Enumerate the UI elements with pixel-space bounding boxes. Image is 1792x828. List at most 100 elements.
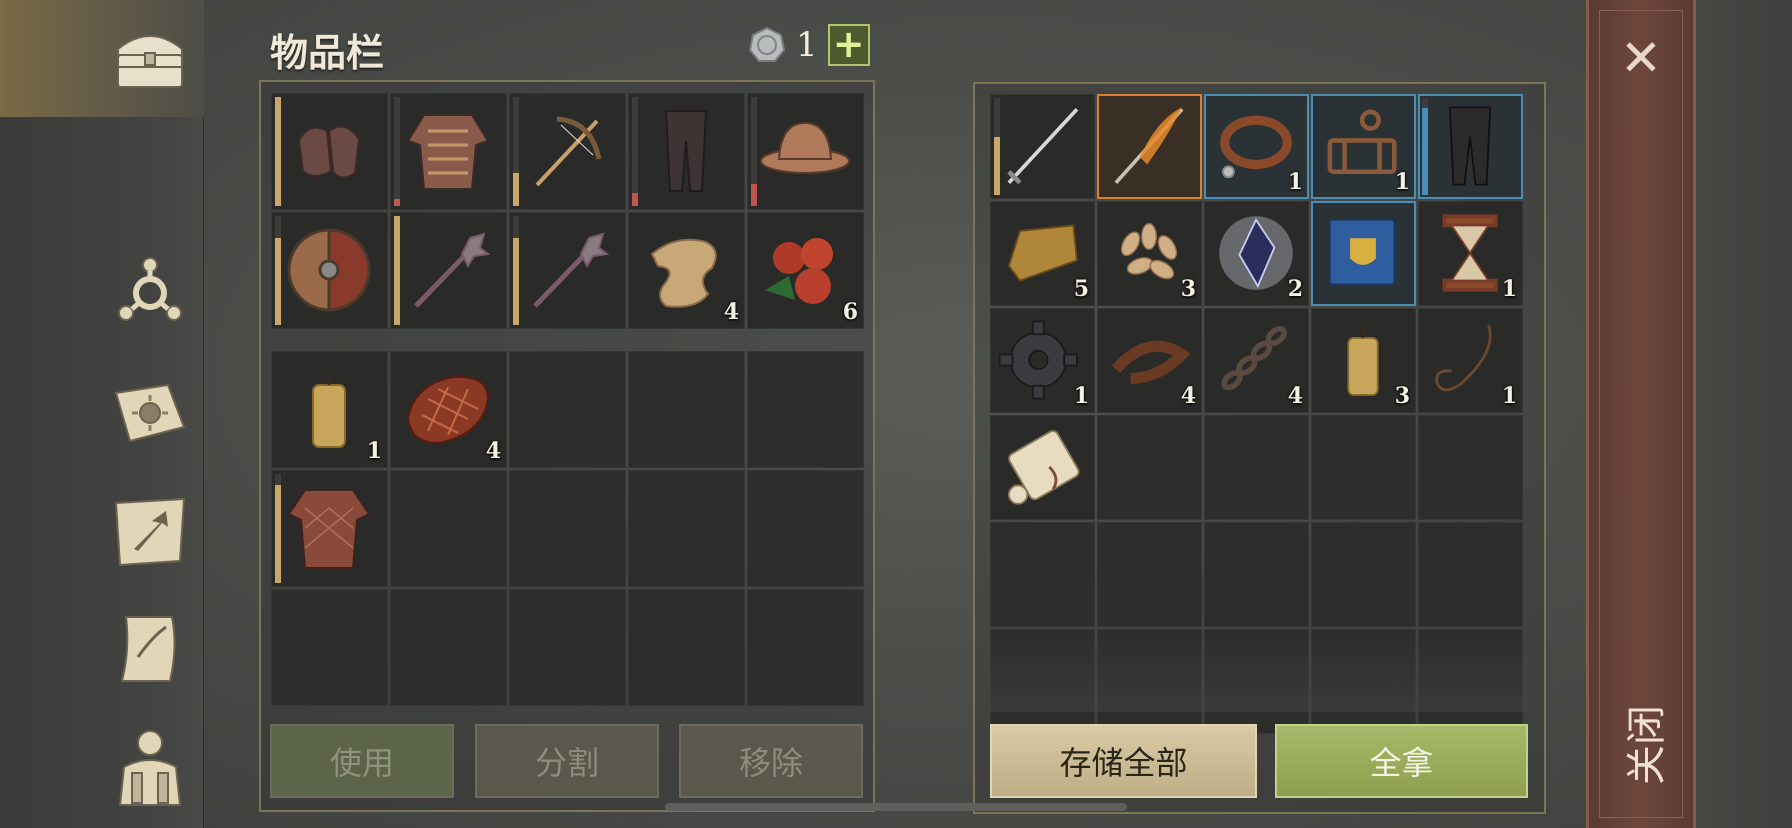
sword-icon — [1007, 107, 1079, 185]
container-slot-empty[interactable] — [1097, 629, 1202, 734]
silver-coin-icon — [748, 26, 786, 62]
item-quantity: 3 — [1180, 276, 1196, 302]
item-quantity: 1 — [1501, 383, 1517, 409]
container-slot-sword[interactable] — [990, 94, 1095, 199]
container-slot-empty[interactable] — [1311, 629, 1416, 734]
chainmail-gloves-icon — [297, 125, 361, 179]
add-currency-button[interactable]: + — [827, 24, 870, 66]
inventory-slot-mace[interactable] — [390, 212, 507, 329]
container-slot-leather-collar[interactable]: 1 — [1204, 94, 1309, 199]
crossbow-icon — [535, 116, 602, 187]
container-slot-dark-leggings[interactable] — [1418, 94, 1523, 199]
inventory-slot-empty[interactable] — [390, 470, 507, 587]
close-icon[interactable]: ✕ — [1617, 33, 1665, 83]
split-button[interactable]: 分割 — [475, 724, 659, 798]
container-slot-empty[interactable] — [1097, 522, 1202, 627]
inventory-slot-round-shield[interactable] — [271, 212, 388, 329]
container-slot-mechanism-trap[interactable]: 1 — [1311, 94, 1416, 199]
flaming-sword-icon — [1114, 107, 1184, 185]
container-slot-empty[interactable] — [990, 522, 1095, 627]
inventory-bag-grid: 14 — [271, 351, 864, 706]
inventory-slot-empty[interactable] — [509, 589, 626, 706]
inventory-slot-mace[interactable] — [509, 212, 626, 329]
inventory-slot-chainmail-leggings[interactable] — [628, 93, 745, 210]
currency-area: 1 + — [748, 24, 870, 66]
item-quantity: 6 — [842, 299, 858, 325]
container-slot-rope[interactable]: 1 — [1418, 308, 1523, 413]
scroll-indicator[interactable] — [665, 803, 1127, 811]
container-slot-empty[interactable] — [1204, 629, 1309, 734]
character-icon[interactable] — [100, 720, 200, 810]
inventory-slot-empty[interactable] — [747, 470, 864, 587]
item-quantity: 2 — [1287, 276, 1303, 302]
store-all-button[interactable]: 存储全部 — [990, 724, 1257, 798]
container-slot-gold-ingot[interactable]: 5 — [990, 201, 1095, 306]
right-margin — [1696, 0, 1792, 828]
container-slot-empty[interactable] — [990, 629, 1095, 734]
currency-count: 1 — [796, 25, 818, 65]
container-slot-blue-book[interactable] — [1311, 201, 1416, 306]
item-quantity: 1 — [1287, 169, 1303, 195]
skills-icon[interactable] — [100, 248, 200, 338]
take-all-button[interactable]: 全拿 — [1275, 724, 1528, 798]
blue-book-icon — [1328, 218, 1396, 286]
container-slot-seeds[interactable]: 3 — [1097, 201, 1202, 306]
inventory-slot-empty[interactable] — [509, 470, 626, 587]
container-slot-empty[interactable] — [1418, 522, 1523, 627]
container-slot-gear[interactable]: 1 — [990, 308, 1095, 413]
quests-scroll-icon[interactable] — [100, 604, 200, 694]
container-slot-empty[interactable] — [1418, 629, 1523, 734]
chainmail-leggings-icon — [664, 110, 708, 192]
container-slot-crystal-shard[interactable]: 2 — [1204, 201, 1309, 306]
close-strip[interactable]: ✕ 关闭 — [1586, 0, 1696, 828]
container-slot-flaming-sword[interactable] — [1097, 94, 1202, 199]
container-slot-scroll[interactable] — [990, 415, 1095, 520]
inventory-slot-empty[interactable] — [271, 589, 388, 706]
inventory-slot-kettle-helmet[interactable] — [747, 93, 864, 210]
remove-button[interactable]: 移除 — [679, 724, 863, 798]
map-icon[interactable] — [100, 486, 200, 576]
container-slot-leather-strap[interactable]: 4 — [1097, 308, 1202, 413]
container-slot-candle[interactable]: 3 — [1311, 308, 1416, 413]
container-slot-empty[interactable] — [1311, 415, 1416, 520]
item-quantity: 4 — [723, 299, 739, 325]
inventory-slot-empty[interactable] — [628, 351, 745, 468]
berries-icon — [765, 238, 833, 304]
inventory-slot-empty[interactable] — [628, 470, 745, 587]
inventory-slot-berries[interactable]: 6 — [747, 212, 864, 329]
use-button[interactable]: 使用 — [270, 724, 454, 798]
container-slot-empty[interactable] — [1418, 415, 1523, 520]
inventory-slot-empty[interactable] — [509, 351, 626, 468]
item-quantity: 1 — [1501, 276, 1517, 302]
inventory-slot-chainmail-shirt[interactable] — [390, 93, 507, 210]
container-slot-empty[interactable] — [1311, 522, 1416, 627]
item-quantity: 5 — [1073, 276, 1089, 302]
candle-icon — [312, 371, 346, 448]
inventory-equipment-grid: 46 — [271, 93, 864, 329]
inventory-slot-chainmail-gloves[interactable] — [271, 93, 388, 210]
item-quantity: 1 — [1394, 169, 1410, 195]
item-quantity: 3 — [1394, 383, 1410, 409]
container-slot-empty[interactable] — [1204, 522, 1309, 627]
chainmail-shirt-icon — [406, 114, 490, 190]
inventory-slot-empty[interactable] — [628, 589, 745, 706]
container-slot-empty[interactable] — [1204, 415, 1309, 520]
container-slot-hourglass[interactable]: 1 — [1418, 201, 1523, 306]
gambeson-icon — [287, 489, 371, 569]
recipes-book-icon[interactable] — [100, 368, 200, 458]
mace-icon — [414, 232, 491, 308]
inventory-slot-candle[interactable]: 1 — [271, 351, 388, 468]
chest-icon[interactable] — [100, 12, 200, 102]
inventory-slot-meat[interactable]: 4 — [390, 351, 507, 468]
inventory-slot-crossbow[interactable] — [509, 93, 626, 210]
inventory-slot-empty[interactable] — [747, 351, 864, 468]
dark-leggings-icon — [1448, 106, 1492, 186]
inventory-slot-gambeson[interactable] — [271, 470, 388, 587]
container-slot-empty[interactable] — [1097, 415, 1202, 520]
container-slot-chain[interactable]: 4 — [1204, 308, 1309, 413]
close-label[interactable]: 关闭 — [1598, 705, 1688, 785]
inventory-slot-empty[interactable] — [747, 589, 864, 706]
item-quantity: 4 — [1287, 383, 1303, 409]
inventory-slot-cloth-bandage[interactable]: 4 — [628, 212, 745, 329]
inventory-slot-empty[interactable] — [390, 589, 507, 706]
